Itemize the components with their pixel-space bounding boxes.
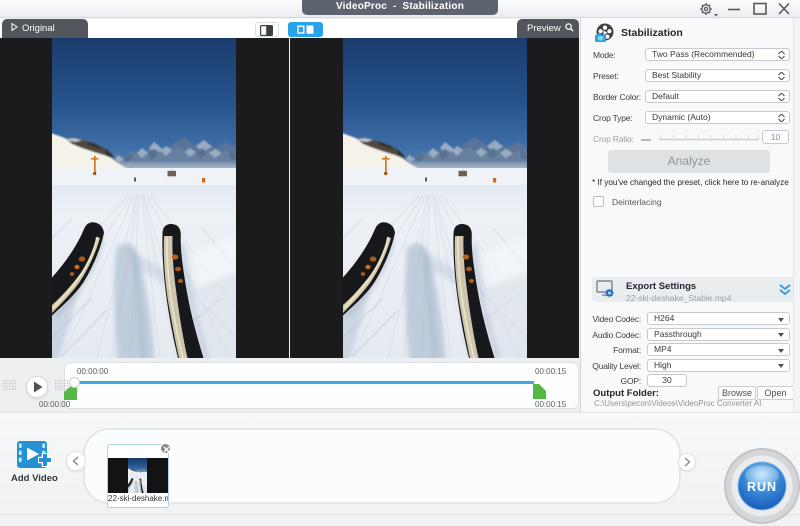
svg-text:RUN: RUN bbox=[747, 480, 777, 494]
